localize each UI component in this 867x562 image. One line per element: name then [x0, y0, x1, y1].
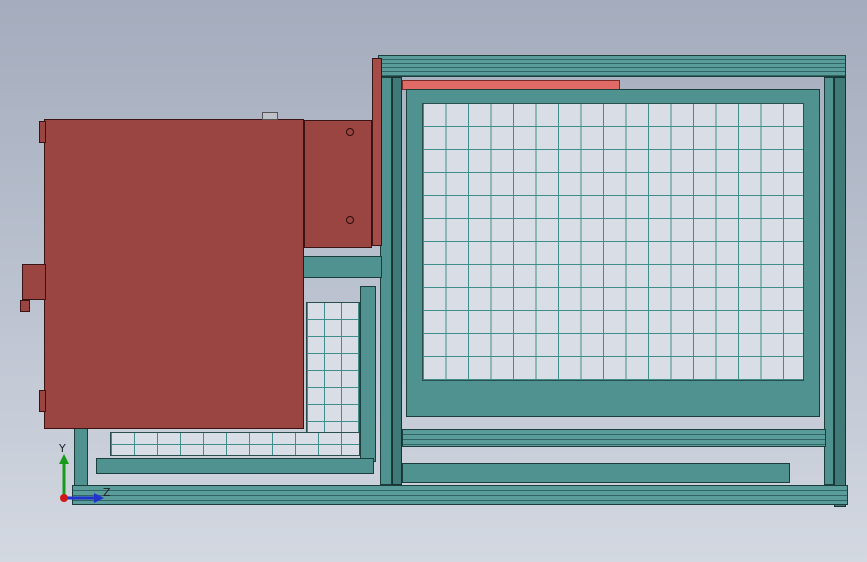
- right-column-outer: [834, 77, 846, 507]
- motor-mount: [372, 58, 382, 246]
- x-axis-origin: [60, 494, 68, 502]
- cabinet-hinge-bottom: [39, 390, 46, 412]
- left-column-inner: [392, 77, 402, 485]
- side-frame-top: [302, 256, 382, 278]
- cabinet-hinge-top: [39, 121, 46, 143]
- cabinet-top-tab: [262, 112, 278, 120]
- mesh-panel[interactable]: [422, 103, 804, 381]
- cabinet[interactable]: [44, 119, 304, 429]
- right-column: [824, 77, 834, 485]
- base-plate: [402, 463, 790, 483]
- side-mesh-bottom: [110, 432, 360, 456]
- motor-bolt-top: [346, 128, 354, 136]
- y-axis-label: Y: [59, 442, 66, 455]
- z-axis-label: Z: [103, 486, 111, 499]
- motor-bolt-bottom: [346, 216, 354, 224]
- side-frame-right: [360, 286, 376, 462]
- main-frame[interactable]: [72, 55, 848, 507]
- drive-motor[interactable]: [22, 264, 46, 300]
- side-frame-bottom: [96, 458, 374, 474]
- lower-rail: [402, 429, 826, 447]
- y-axis-arrow: [59, 454, 69, 464]
- motor[interactable]: [304, 120, 372, 248]
- side-mesh-right: [306, 302, 360, 452]
- drive-motor-cap: [20, 300, 30, 312]
- top-rail: [378, 55, 846, 77]
